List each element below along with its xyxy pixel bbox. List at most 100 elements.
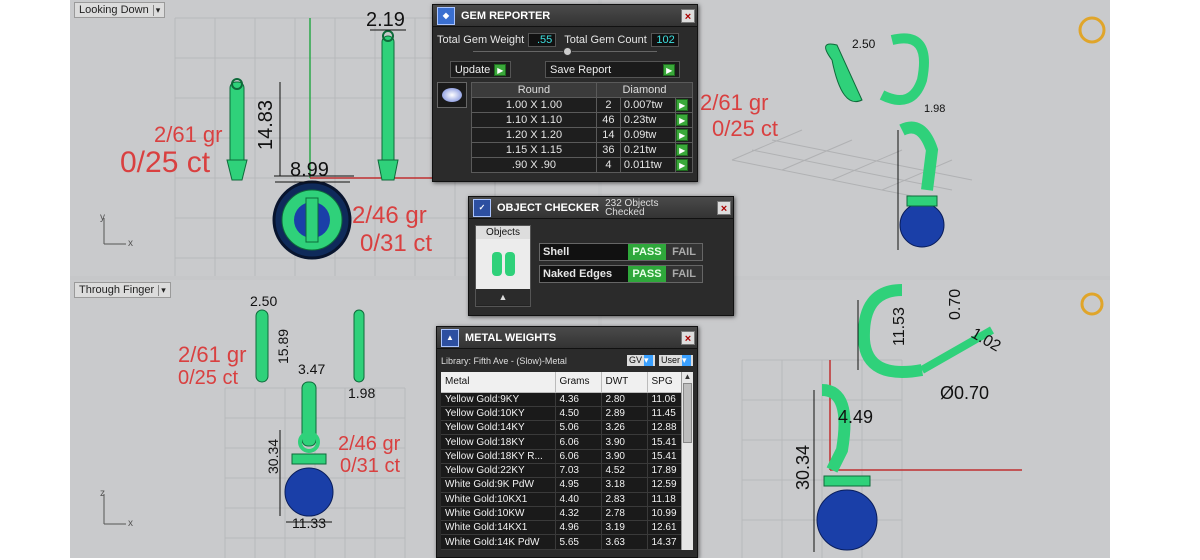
pass-badge: PASS: [628, 244, 666, 260]
save-report-button[interactable]: Save Report ▶: [544, 61, 681, 78]
metal-dwt: 3.18: [601, 477, 648, 493]
chevron-down-icon[interactable]: ▾: [152, 4, 160, 16]
scroll-up-icon[interactable]: ▲: [476, 289, 530, 305]
metal-name: White Gold:9K PdW: [441, 477, 556, 493]
metal-name: Yellow Gold:14KY: [441, 420, 556, 436]
table-row[interactable]: Yellow Gold:22KY 7.03 4.52 17.89: [441, 463, 693, 479]
update-button[interactable]: Update ▶: [449, 61, 512, 78]
table-row[interactable]: Yellow Gold:14KY 5.06 3.26 12.88: [441, 420, 693, 436]
checkmark-icon: ✓: [473, 198, 491, 217]
panel-title: OBJECT CHECKER: [497, 201, 600, 214]
metal-name: Yellow Gold:22KY: [441, 463, 556, 479]
chevron-down-icon[interactable]: ▾: [158, 284, 166, 296]
metal-dwt: 3.90: [601, 434, 648, 450]
close-icon[interactable]: ×: [717, 200, 731, 215]
metal-name: Yellow Gold:18KY R...: [441, 449, 556, 464]
table-scrollbar[interactable]: ▲: [681, 372, 693, 550]
viewport-label-through-finger[interactable]: Through Finger ▾: [74, 282, 171, 298]
metal-grams: 4.96: [555, 520, 602, 536]
metal-name: Yellow Gold:9KY: [441, 392, 556, 407]
viewport-label-looking-down[interactable]: Looking Down ▾: [74, 2, 166, 18]
arrow-right-icon: ▶: [494, 63, 507, 76]
panel-title: GEM REPORTER: [461, 9, 551, 22]
metal-weights-titlebar[interactable]: ▲ METAL WEIGHTS ×: [437, 327, 697, 349]
fail-badge: FAIL: [666, 266, 702, 282]
object-checker-titlebar[interactable]: ✓ OBJECT CHECKER 232 Objects Checked ×: [469, 197, 733, 219]
table-row[interactable]: White Gold:14KX1 4.96 3.19 12.61: [441, 520, 693, 536]
row-arrow-icon[interactable]: ▶: [675, 112, 693, 128]
metal-grams: 5.65: [555, 534, 602, 550]
slider-handle[interactable]: [563, 47, 572, 56]
gem-size: 1.00 X 1.00: [471, 97, 597, 113]
close-icon[interactable]: ×: [681, 8, 695, 23]
metal-name: White Gold:10KW: [441, 506, 556, 522]
table-row[interactable]: White Gold:9K PdW 4.95 3.18 12.59: [441, 477, 693, 493]
col-shape: Round: [471, 82, 597, 98]
earring-top-view: [272, 180, 352, 260]
metal-name: White Gold:14K PdW: [441, 534, 556, 550]
total-gem-weight-value: .55: [528, 33, 557, 47]
cad-workspace[interactable]: Looking Down ▾ 2/61 gr 0/25 ct 2/46 gr 0/…: [70, 0, 1110, 558]
table-row[interactable]: White Gold:10KX1 4.40 2.83 11.18: [441, 492, 693, 507]
dimension-label: 4.49: [838, 407, 874, 427]
metal-dwt: 2.78: [601, 506, 648, 522]
table-row[interactable]: White Gold:10KW 4.32 2.78 10.99: [441, 506, 693, 522]
metal-dwt: 3.63: [601, 534, 648, 550]
metal-weights-panel[interactable]: ▲ METAL WEIGHTS × Library: Fifth Ave - (…: [436, 326, 698, 558]
table-row[interactable]: Yellow Gold:18KY 6.06 3.90 15.41: [441, 434, 693, 450]
weight-slider[interactable]: [473, 47, 657, 57]
metal-dwt: 3.19: [601, 520, 648, 536]
chevron-down-icon: ▾: [643, 355, 653, 366]
table-row: 1.10 X 1.10 46 0.23tw ▶: [471, 112, 693, 128]
metal-dwt: 3.26: [601, 420, 648, 436]
table-row[interactable]: Yellow Gold:18KY R... 6.06 3.90 15.41: [441, 449, 693, 464]
gv-selector[interactable]: GV ▾: [626, 355, 655, 366]
round-diamond-icon: [437, 82, 467, 108]
object-checker-panel[interactable]: ✓ OBJECT CHECKER 232 Objects Checked × O…: [468, 196, 734, 316]
dimension-label: 11.53: [891, 307, 908, 346]
col-metal[interactable]: Metal: [441, 372, 556, 393]
gem-reporter-panel[interactable]: ◆ GEM REPORTER × Total Gem Weight .55 To…: [432, 4, 698, 182]
row-arrow-icon[interactable]: ▶: [675, 142, 693, 158]
weight-note: 2/61 gr: [154, 122, 223, 147]
metal-grams: 4.40: [555, 492, 602, 507]
table-row[interactable]: White Gold:14K PdW 5.65 3.63 14.37: [441, 534, 693, 550]
scroll-up-icon[interactable]: ▲: [682, 372, 693, 381]
gem-size: 1.20 X 1.20: [471, 127, 597, 143]
dimension-label: 30.34: [793, 444, 813, 490]
carat-note: 0/25 ct: [178, 367, 239, 389]
table-row[interactable]: Yellow Gold:10KY 4.50 2.89 11.45: [441, 406, 693, 422]
metal-dwt: 2.80: [601, 392, 648, 407]
row-arrow-icon[interactable]: ▶: [675, 97, 693, 113]
col-dwt[interactable]: DWT: [601, 372, 648, 393]
gem-reporter-titlebar[interactable]: ◆ GEM REPORTER ×: [433, 5, 697, 27]
metal-name: White Gold:10KX1: [441, 492, 556, 507]
panel-title: METAL WEIGHTS: [465, 331, 557, 344]
metal-dwt: 2.83: [601, 492, 648, 507]
weight-note: 2/61 gr: [178, 342, 247, 367]
objects-label: Objects: [476, 226, 530, 239]
check-row-shell: Shell PASS FAIL: [539, 243, 703, 261]
check-row-naked-edges: Naked Edges PASS FAIL: [539, 265, 703, 283]
viewport-label-text: Through Finger: [79, 284, 155, 296]
metal-dwt: 2.89: [601, 406, 648, 422]
library-label: Library: Fifth Ave - (Slow)-Metal: [441, 355, 567, 366]
total-gem-count-value: 102: [650, 33, 679, 47]
col-grams[interactable]: Grams: [555, 372, 602, 393]
scrollbar-thumb[interactable]: [683, 383, 692, 443]
dimension-label: 15.89: [275, 328, 291, 364]
table-row: 1.20 X 1.20 14 0.09tw ▶: [471, 127, 693, 143]
metal-icon: ▲: [441, 328, 459, 347]
fail-badge: FAIL: [666, 244, 702, 260]
objects-checked-count: 232 Objects Checked: [605, 197, 659, 218]
close-icon[interactable]: ×: [681, 330, 695, 345]
user-selector[interactable]: User ▾: [658, 355, 693, 366]
row-arrow-icon[interactable]: ▶: [675, 127, 693, 143]
earring-hoop-3d: [825, 33, 945, 248]
metal-grams: 5.06: [555, 420, 602, 436]
arrow-right-icon: ▶: [663, 63, 676, 76]
table-row: 1.00 X 1.00 2 0.007tw ▶: [471, 97, 693, 113]
table-row[interactable]: Yellow Gold:9KY 4.36 2.80 11.06: [441, 392, 693, 407]
row-arrow-icon[interactable]: ▶: [675, 157, 693, 173]
carat-note: 0/25 ct: [120, 146, 211, 179]
